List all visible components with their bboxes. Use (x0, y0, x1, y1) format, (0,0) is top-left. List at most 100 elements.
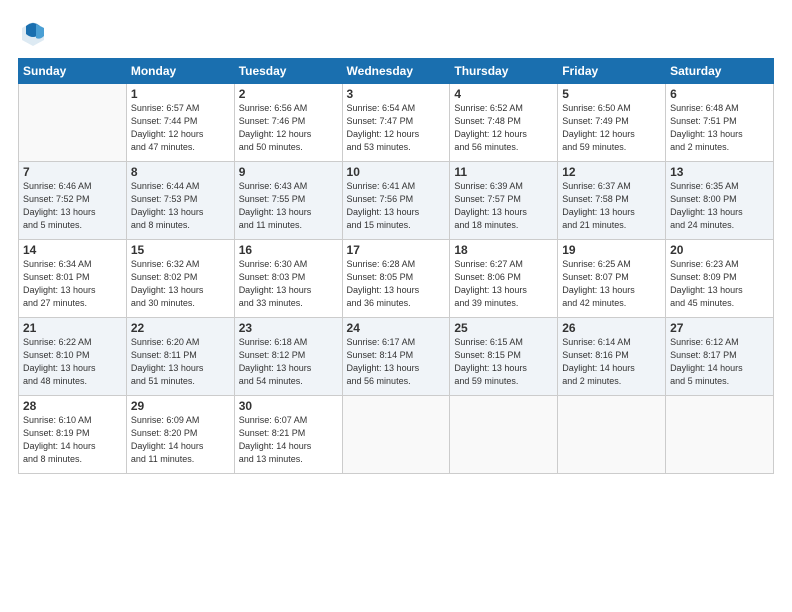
day-number: 4 (454, 87, 553, 101)
day-info: Sunrise: 6:14 AM Sunset: 8:16 PM Dayligh… (562, 336, 661, 388)
week-row-5: 28Sunrise: 6:10 AM Sunset: 8:19 PM Dayli… (19, 396, 774, 474)
weekday-header-saturday: Saturday (666, 59, 774, 84)
day-number: 16 (239, 243, 338, 257)
day-number: 5 (562, 87, 661, 101)
day-number: 30 (239, 399, 338, 413)
day-info: Sunrise: 6:48 AM Sunset: 7:51 PM Dayligh… (670, 102, 769, 154)
weekday-header-sunday: Sunday (19, 59, 127, 84)
day-info: Sunrise: 6:41 AM Sunset: 7:56 PM Dayligh… (347, 180, 446, 232)
day-number: 15 (131, 243, 230, 257)
calendar-cell: 21Sunrise: 6:22 AM Sunset: 8:10 PM Dayli… (19, 318, 127, 396)
calendar-page: SundayMondayTuesdayWednesdayThursdayFrid… (0, 0, 792, 612)
day-number: 19 (562, 243, 661, 257)
calendar-cell (450, 396, 558, 474)
calendar-cell: 3Sunrise: 6:54 AM Sunset: 7:47 PM Daylig… (342, 84, 450, 162)
day-info: Sunrise: 6:23 AM Sunset: 8:09 PM Dayligh… (670, 258, 769, 310)
day-info: Sunrise: 6:12 AM Sunset: 8:17 PM Dayligh… (670, 336, 769, 388)
calendar-cell: 1Sunrise: 6:57 AM Sunset: 7:44 PM Daylig… (126, 84, 234, 162)
calendar-cell: 13Sunrise: 6:35 AM Sunset: 8:00 PM Dayli… (666, 162, 774, 240)
day-number: 18 (454, 243, 553, 257)
weekday-header-row: SundayMondayTuesdayWednesdayThursdayFrid… (19, 59, 774, 84)
calendar-cell: 23Sunrise: 6:18 AM Sunset: 8:12 PM Dayli… (234, 318, 342, 396)
calendar-cell: 12Sunrise: 6:37 AM Sunset: 7:58 PM Dayli… (558, 162, 666, 240)
weekday-header-friday: Friday (558, 59, 666, 84)
calendar-cell (666, 396, 774, 474)
day-number: 28 (23, 399, 122, 413)
day-number: 23 (239, 321, 338, 335)
day-info: Sunrise: 6:32 AM Sunset: 8:02 PM Dayligh… (131, 258, 230, 310)
calendar-cell: 17Sunrise: 6:28 AM Sunset: 8:05 PM Dayli… (342, 240, 450, 318)
calendar-cell: 25Sunrise: 6:15 AM Sunset: 8:15 PM Dayli… (450, 318, 558, 396)
logo (18, 18, 52, 48)
week-row-1: 1Sunrise: 6:57 AM Sunset: 7:44 PM Daylig… (19, 84, 774, 162)
calendar-cell: 14Sunrise: 6:34 AM Sunset: 8:01 PM Dayli… (19, 240, 127, 318)
calendar-cell: 29Sunrise: 6:09 AM Sunset: 8:20 PM Dayli… (126, 396, 234, 474)
calendar-cell (342, 396, 450, 474)
calendar-cell: 9Sunrise: 6:43 AM Sunset: 7:55 PM Daylig… (234, 162, 342, 240)
day-info: Sunrise: 6:17 AM Sunset: 8:14 PM Dayligh… (347, 336, 446, 388)
day-info: Sunrise: 6:43 AM Sunset: 7:55 PM Dayligh… (239, 180, 338, 232)
logo-icon (18, 18, 48, 48)
day-info: Sunrise: 6:30 AM Sunset: 8:03 PM Dayligh… (239, 258, 338, 310)
calendar-cell: 22Sunrise: 6:20 AM Sunset: 8:11 PM Dayli… (126, 318, 234, 396)
day-info: Sunrise: 6:09 AM Sunset: 8:20 PM Dayligh… (131, 414, 230, 466)
day-number: 8 (131, 165, 230, 179)
day-info: Sunrise: 6:07 AM Sunset: 8:21 PM Dayligh… (239, 414, 338, 466)
week-row-4: 21Sunrise: 6:22 AM Sunset: 8:10 PM Dayli… (19, 318, 774, 396)
day-number: 11 (454, 165, 553, 179)
day-info: Sunrise: 6:50 AM Sunset: 7:49 PM Dayligh… (562, 102, 661, 154)
calendar-cell: 6Sunrise: 6:48 AM Sunset: 7:51 PM Daylig… (666, 84, 774, 162)
day-number: 20 (670, 243, 769, 257)
day-info: Sunrise: 6:44 AM Sunset: 7:53 PM Dayligh… (131, 180, 230, 232)
header (18, 18, 774, 48)
weekday-header-wednesday: Wednesday (342, 59, 450, 84)
day-number: 13 (670, 165, 769, 179)
day-info: Sunrise: 6:28 AM Sunset: 8:05 PM Dayligh… (347, 258, 446, 310)
calendar-cell: 18Sunrise: 6:27 AM Sunset: 8:06 PM Dayli… (450, 240, 558, 318)
day-number: 14 (23, 243, 122, 257)
day-number: 21 (23, 321, 122, 335)
day-number: 2 (239, 87, 338, 101)
day-number: 3 (347, 87, 446, 101)
calendar-cell: 7Sunrise: 6:46 AM Sunset: 7:52 PM Daylig… (19, 162, 127, 240)
calendar-cell: 8Sunrise: 6:44 AM Sunset: 7:53 PM Daylig… (126, 162, 234, 240)
day-number: 10 (347, 165, 446, 179)
week-row-3: 14Sunrise: 6:34 AM Sunset: 8:01 PM Dayli… (19, 240, 774, 318)
calendar-cell (558, 396, 666, 474)
calendar-cell: 30Sunrise: 6:07 AM Sunset: 8:21 PM Dayli… (234, 396, 342, 474)
day-number: 1 (131, 87, 230, 101)
weekday-header-tuesday: Tuesday (234, 59, 342, 84)
day-number: 6 (670, 87, 769, 101)
weekday-header-thursday: Thursday (450, 59, 558, 84)
day-info: Sunrise: 6:10 AM Sunset: 8:19 PM Dayligh… (23, 414, 122, 466)
calendar-table: SundayMondayTuesdayWednesdayThursdayFrid… (18, 58, 774, 474)
calendar-cell: 27Sunrise: 6:12 AM Sunset: 8:17 PM Dayli… (666, 318, 774, 396)
day-number: 27 (670, 321, 769, 335)
day-info: Sunrise: 6:35 AM Sunset: 8:00 PM Dayligh… (670, 180, 769, 232)
day-info: Sunrise: 6:15 AM Sunset: 8:15 PM Dayligh… (454, 336, 553, 388)
day-info: Sunrise: 6:25 AM Sunset: 8:07 PM Dayligh… (562, 258, 661, 310)
day-number: 26 (562, 321, 661, 335)
day-info: Sunrise: 6:34 AM Sunset: 8:01 PM Dayligh… (23, 258, 122, 310)
calendar-cell: 16Sunrise: 6:30 AM Sunset: 8:03 PM Dayli… (234, 240, 342, 318)
day-info: Sunrise: 6:37 AM Sunset: 7:58 PM Dayligh… (562, 180, 661, 232)
calendar-cell: 26Sunrise: 6:14 AM Sunset: 8:16 PM Dayli… (558, 318, 666, 396)
calendar-cell: 10Sunrise: 6:41 AM Sunset: 7:56 PM Dayli… (342, 162, 450, 240)
calendar-cell: 5Sunrise: 6:50 AM Sunset: 7:49 PM Daylig… (558, 84, 666, 162)
day-number: 24 (347, 321, 446, 335)
day-info: Sunrise: 6:57 AM Sunset: 7:44 PM Dayligh… (131, 102, 230, 154)
day-info: Sunrise: 6:20 AM Sunset: 8:11 PM Dayligh… (131, 336, 230, 388)
day-info: Sunrise: 6:22 AM Sunset: 8:10 PM Dayligh… (23, 336, 122, 388)
week-row-2: 7Sunrise: 6:46 AM Sunset: 7:52 PM Daylig… (19, 162, 774, 240)
day-number: 17 (347, 243, 446, 257)
calendar-cell: 19Sunrise: 6:25 AM Sunset: 8:07 PM Dayli… (558, 240, 666, 318)
calendar-cell: 4Sunrise: 6:52 AM Sunset: 7:48 PM Daylig… (450, 84, 558, 162)
day-info: Sunrise: 6:54 AM Sunset: 7:47 PM Dayligh… (347, 102, 446, 154)
day-number: 9 (239, 165, 338, 179)
day-number: 29 (131, 399, 230, 413)
day-info: Sunrise: 6:56 AM Sunset: 7:46 PM Dayligh… (239, 102, 338, 154)
calendar-cell (19, 84, 127, 162)
day-info: Sunrise: 6:27 AM Sunset: 8:06 PM Dayligh… (454, 258, 553, 310)
day-info: Sunrise: 6:39 AM Sunset: 7:57 PM Dayligh… (454, 180, 553, 232)
calendar-cell: 28Sunrise: 6:10 AM Sunset: 8:19 PM Dayli… (19, 396, 127, 474)
